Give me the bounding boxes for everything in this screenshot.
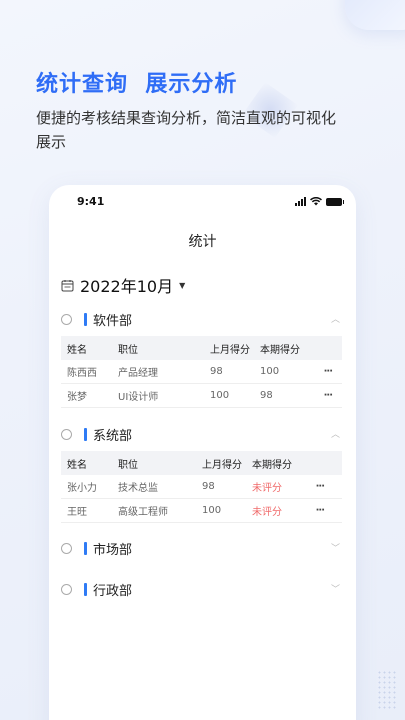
dept-select-radio[interactable] (61, 313, 72, 325)
signal-icon (295, 197, 306, 206)
cell-position: 技术总监 (118, 483, 158, 494)
table-header: 姓名 职位 上月得分 本期得分 (61, 451, 342, 475)
table-row: 张小力 技术总监 98 未评分 ··· (61, 475, 342, 499)
cell-position: UI设计师 (118, 392, 159, 403)
dept-accent-bar (84, 312, 87, 326)
cell-name: 张小力 (67, 483, 97, 494)
dept-header-software[interactable]: 软件部 ︿ (61, 308, 342, 330)
battery-icon (326, 197, 344, 206)
wifi-icon (310, 197, 322, 206)
header-name: 姓名 (67, 344, 87, 356)
cell-name: 陈西西 (67, 368, 97, 379)
dept-header-marketing[interactable]: 市场部 ﹀ (61, 537, 342, 559)
status-bar: 9:41 (49, 195, 356, 215)
dept-select-radio[interactable] (61, 583, 72, 595)
decorative-dots (377, 670, 397, 710)
chevron-down-icon[interactable]: ﹀ (331, 582, 340, 595)
header-name: 姓名 (67, 459, 87, 471)
status-icons (295, 197, 344, 206)
cell-last-score: 100 (210, 390, 230, 401)
cell-last-score: 98 (210, 366, 223, 377)
promo-headline: 统计查询 展示分析 (36, 72, 238, 97)
cell-last-score: 100 (202, 505, 222, 516)
dept-name: 软件部 (93, 313, 133, 329)
cell-current-score: 98 (260, 390, 273, 401)
more-icon[interactable]: ··· (304, 505, 325, 516)
dept-header-system[interactable]: 系统部 ︿ (61, 423, 342, 445)
more-icon[interactable]: ··· (312, 390, 333, 401)
table-header: 姓名 职位 上月得分 本期得分 (61, 336, 342, 360)
calendar-icon (61, 279, 74, 291)
cell-position: 高级工程师 (118, 507, 168, 518)
dept-table-software: 姓名 职位 上月得分 本期得分 陈西西 产品经理 98 100 ··· 张梦 U… (61, 336, 342, 408)
promo-subline: 便捷的考核结果查询分析，简洁直观的可视化展示 (36, 109, 337, 151)
dept-header-admin[interactable]: 行政部 ﹀ (61, 578, 342, 600)
cell-name: 王旺 (67, 507, 87, 518)
dept-name: 行政部 (93, 583, 133, 599)
status-time: 9:41 (77, 195, 105, 208)
month-selector[interactable]: 2022年10月 ▼ (61, 273, 185, 297)
dept-table-system: 姓名 职位 上月得分 本期得分 张小力 技术总监 98 未评分 ··· 王旺 高… (61, 451, 342, 523)
dept-accent-bar (84, 427, 87, 441)
chevron-up-icon[interactable]: ︿ (331, 312, 340, 325)
header-last-score: 上月得分 (202, 459, 242, 471)
chevron-down-icon[interactable]: ﹀ (331, 541, 340, 554)
table-row: 陈西西 产品经理 98 100 ··· (61, 360, 342, 384)
caret-down-icon: ▼ (179, 280, 186, 290)
dept-name: 市场部 (93, 542, 133, 558)
cell-last-score: 98 (202, 481, 215, 492)
phone-frame: 9:41 统计 2022年10月 ▼ 软件部 ︿ 姓名 职位 上月得分 本期得分 (49, 185, 356, 720)
decorative-shape (345, 0, 405, 30)
page-title: 统计 (188, 234, 217, 250)
cell-current-score: 未评分 (252, 507, 282, 518)
more-icon[interactable]: ··· (304, 481, 325, 492)
month-label: 2022年10月 (80, 277, 174, 296)
more-icon[interactable]: ··· (312, 366, 333, 377)
cell-position: 产品经理 (118, 368, 158, 379)
cell-current-score: 100 (260, 366, 280, 377)
dept-select-radio[interactable] (61, 542, 72, 554)
dept-name: 系统部 (93, 428, 133, 444)
header-current-score: 本期得分 (260, 344, 300, 356)
header-current-score: 本期得分 (252, 459, 292, 471)
header-position: 职位 (118, 344, 138, 356)
header-last-score: 上月得分 (210, 344, 250, 356)
cell-name: 张梦 (67, 392, 87, 403)
dept-select-radio[interactable] (61, 428, 72, 440)
dept-accent-bar (84, 541, 87, 555)
table-row: 张梦 UI设计师 100 98 ··· (61, 384, 342, 408)
chevron-up-icon[interactable]: ︿ (331, 427, 340, 440)
table-row: 王旺 高级工程师 100 未评分 ··· (61, 499, 342, 523)
header-position: 职位 (118, 459, 138, 471)
dept-accent-bar (84, 582, 87, 596)
cell-current-score: 未评分 (252, 483, 282, 494)
